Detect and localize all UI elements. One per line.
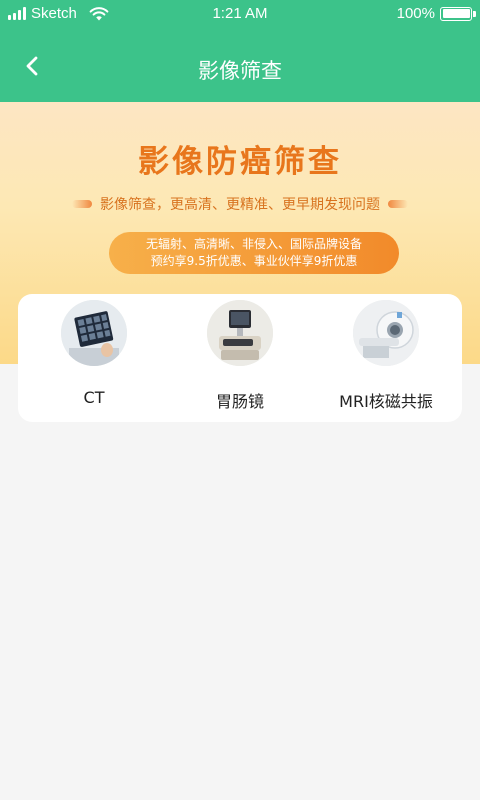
promo-pill: 无辐射、高清晰、非侵入、国际品牌设备 预约享9.5折优惠、事业伙伴享9折优惠	[109, 232, 399, 274]
status-right: 100%	[396, 5, 476, 22]
banner-subtitle: 影像筛查，更高清、更精准、更早期发现问题	[100, 197, 380, 213]
nav-bar: 影像筛查	[0, 28, 480, 102]
category-label: MRI核磁共振	[339, 392, 433, 411]
category-item-mri[interactable]: MRI核磁共振	[316, 294, 456, 422]
banner-title: 影像防癌筛查	[138, 144, 342, 180]
pill-line-1: 无辐射、高清晰、非侵入、国际品牌设备	[145, 237, 362, 251]
battery-percent: 100%	[396, 5, 435, 22]
category-card: CT 胃肠镜 MRI核磁共振	[18, 294, 462, 422]
category-item-ct[interactable]: CT	[24, 294, 164, 422]
banner-subtitle-row: 影像筛查，更高清、更精准、更早期发现问题	[0, 194, 480, 214]
category-label: 胃肠镜	[215, 392, 264, 411]
decor-dot-left	[72, 200, 92, 208]
page-title: 影像筛查	[198, 59, 282, 83]
status-bar: Sketch 1:21 AM 100%	[0, 0, 480, 28]
battery-fill	[442, 9, 470, 18]
endoscope-image	[207, 300, 273, 366]
decor-dot-right	[388, 200, 408, 208]
ct-scan-image	[61, 300, 127, 366]
category-item-endoscope[interactable]: 胃肠镜	[170, 294, 310, 422]
pill-line-2: 预约享9.5折优惠、事业伙伴享9折优惠	[150, 254, 358, 268]
category-label: CT	[83, 388, 105, 407]
mri-machine-image	[353, 300, 419, 366]
battery-icon	[440, 6, 476, 21]
